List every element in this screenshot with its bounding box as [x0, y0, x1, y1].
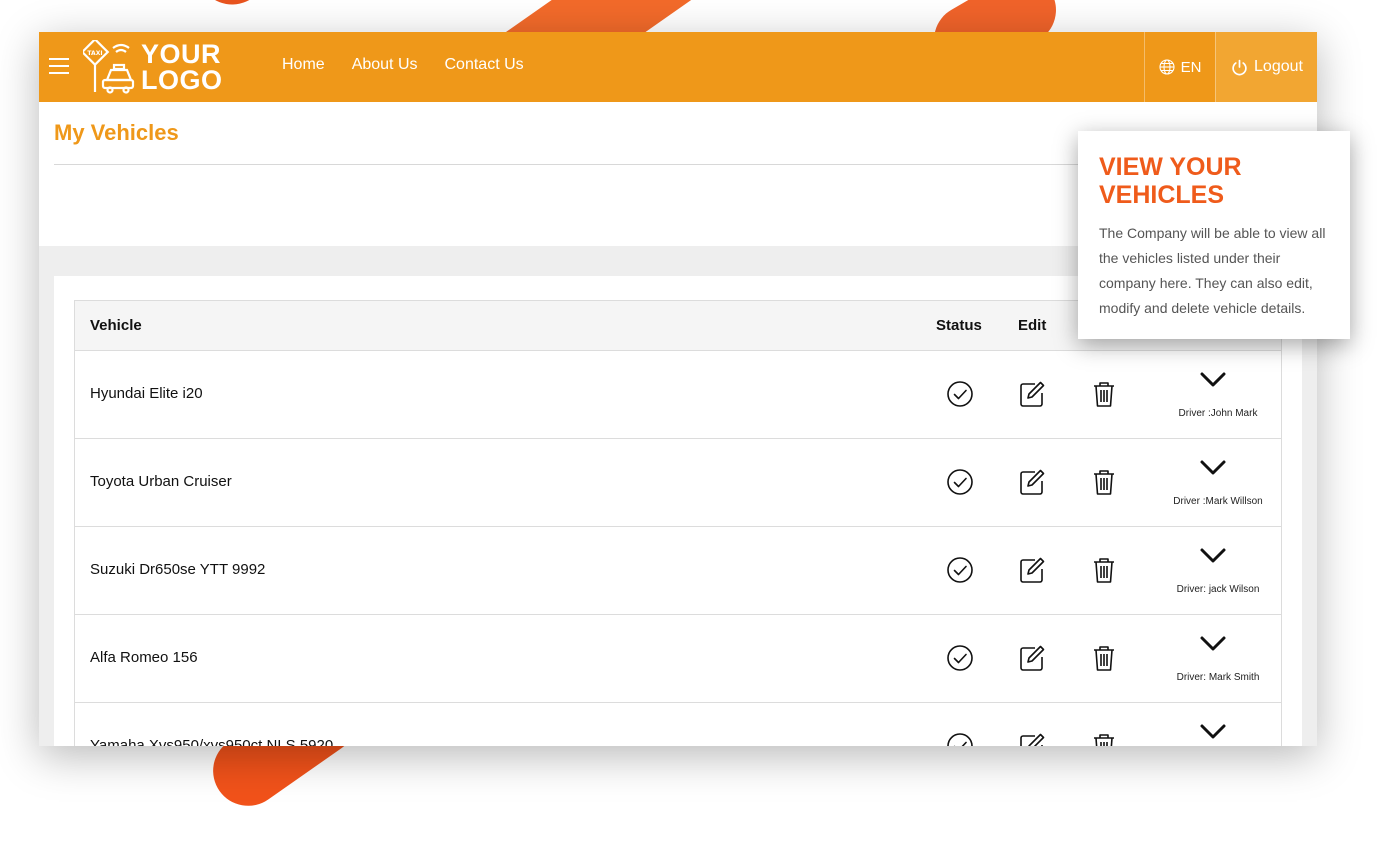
hamburger-menu-icon[interactable]: [49, 58, 69, 74]
vehicle-name: Alfa Romeo 156: [90, 649, 198, 666]
check-circle-icon[interactable]: [945, 379, 975, 409]
decorative-stripe: [183, 0, 437, 19]
logout-button[interactable]: Logout: [1215, 32, 1317, 102]
edit-icon[interactable]: [1017, 555, 1047, 585]
edit-icon[interactable]: [1017, 379, 1047, 409]
svg-text:TAXI: TAXI: [87, 50, 102, 57]
check-circle-icon[interactable]: [945, 467, 975, 497]
globe-icon: [1159, 59, 1175, 75]
main-nav: Home About Us Contact Us: [282, 56, 524, 74]
vehicles-panel: Vehicle Status Edit Hyundai Elite i20 Dr…: [54, 276, 1302, 746]
chevron-down-icon[interactable]: [1199, 723, 1227, 741]
logout-label: Logout: [1254, 58, 1303, 75]
page-title: My Vehicles: [54, 120, 179, 145]
check-circle-icon[interactable]: [945, 643, 975, 673]
logo-text: YOUR LOGO: [141, 39, 223, 95]
trash-icon[interactable]: [1089, 379, 1119, 409]
table-row: Suzuki Dr650se YTT 9992 Driver: jack Wil…: [75, 527, 1281, 615]
driver-label: Driver: Mark Smith: [1176, 672, 1260, 683]
driver-label: Driver: jack Wilson: [1176, 584, 1260, 595]
driver-label: Driver :John Mark: [1178, 408, 1258, 419]
top-navbar: TAXI YOUR LOGO Home About Us Contact Us …: [39, 32, 1317, 102]
nav-about-link[interactable]: About Us: [352, 56, 418, 74]
chevron-down-icon[interactable]: [1199, 635, 1227, 653]
chevron-down-icon[interactable]: [1199, 371, 1227, 389]
vehicles-table: Vehicle Status Edit Hyundai Elite i20 Dr…: [74, 300, 1282, 746]
chevron-down-icon[interactable]: [1199, 547, 1227, 565]
nav-contact-link[interactable]: Contact Us: [445, 56, 524, 74]
trash-icon[interactable]: [1089, 555, 1119, 585]
tooltip-title: VIEW YOUR VEHICLES: [1099, 153, 1242, 209]
logo-line-1: YOUR: [141, 39, 222, 69]
language-selector[interactable]: EN: [1144, 32, 1215, 102]
trash-icon[interactable]: [1089, 467, 1119, 497]
tooltip-body: The Company will be able to view all the…: [1099, 225, 1326, 316]
language-label: EN: [1180, 58, 1202, 76]
table-row: Toyota Urban Cruiser Driver:Mark Willso…: [75, 439, 1281, 527]
table-row: Yamaha Xvs950/xvs950ct NLS 5920: [75, 703, 1281, 746]
column-header-status: Status: [936, 317, 982, 334]
table-row: Alfa Romeo 156 Driver: Mark Smith: [75, 615, 1281, 703]
column-header-vehicle: Vehicle: [90, 317, 142, 334]
feature-tooltip: VIEW YOUR VEHICLES The Company will be a…: [1078, 131, 1350, 339]
column-header-edit: Edit: [1018, 317, 1047, 334]
vehicle-name: Hyundai Elite i20: [90, 385, 203, 402]
vehicle-name: Yamaha Xvs950/xvs950ct NLS 5920: [90, 737, 334, 746]
nav-home-link[interactable]: Home: [282, 56, 325, 74]
table-row: Hyundai Elite i20 Driver:John Mark: [75, 351, 1281, 439]
trash-icon[interactable]: [1089, 643, 1119, 673]
edit-icon[interactable]: [1017, 643, 1047, 673]
brand-logo[interactable]: TAXI YOUR LOGO: [83, 40, 223, 94]
chevron-down-icon[interactable]: [1199, 459, 1227, 477]
vehicle-name: Toyota Urban Cruiser: [90, 473, 232, 490]
logo-line-2: LOGO: [141, 65, 223, 95]
check-circle-icon[interactable]: [945, 555, 975, 585]
trash-icon[interactable]: [1089, 731, 1119, 746]
vehicle-name: Suzuki Dr650se YTT 9992: [90, 561, 266, 578]
taxi-logo-icon: TAXI: [83, 40, 135, 94]
driver-label: Driver :Mark Willson: [1173, 496, 1263, 507]
edit-icon[interactable]: [1017, 467, 1047, 497]
edit-icon[interactable]: [1017, 731, 1047, 746]
power-icon: [1232, 59, 1247, 75]
check-circle-icon[interactable]: [945, 731, 975, 746]
